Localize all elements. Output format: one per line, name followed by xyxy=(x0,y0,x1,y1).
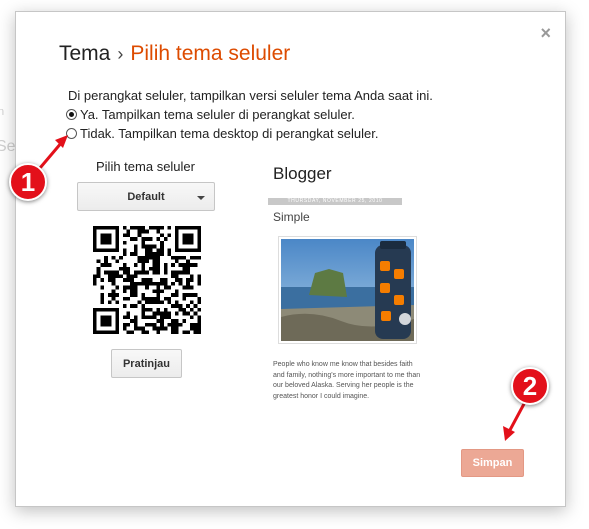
radio-label-yes: Ya. Tampilkan tema seluler di perangkat … xyxy=(80,107,355,122)
preview-photo xyxy=(278,236,417,344)
preview-blog-title: Blogger xyxy=(273,164,332,183)
radio-label-no: Tidak. Tampilkan tema desktop di perangk… xyxy=(80,126,379,141)
background-text-fragment: n xyxy=(0,106,5,118)
background-text-fragment: Se xyxy=(0,138,16,155)
preview-photo-image xyxy=(281,239,414,341)
theme-dialog: × Tema › Pilih tema seluler Di perangkat s… xyxy=(15,11,566,507)
preview-button[interactable]: Pratinjau xyxy=(111,349,182,378)
preview-date: THURSDAY, NOVEMBER 25, 2010 xyxy=(268,198,402,205)
theme-preview: Blogger THURSDAY, NOVEMBER 25, 2010 Simp… xyxy=(268,162,420,432)
callout-2-badge: 2 xyxy=(511,367,549,405)
radio-option-no[interactable]: Tidak. Tampilkan tema desktop di perangk… xyxy=(66,126,378,141)
radio-option-yes[interactable]: Ya. Tampilkan tema seluler di perangkat … xyxy=(66,107,355,122)
select-value: Default xyxy=(127,190,165,203)
preview-post-text: People who know me know that besides fai… xyxy=(273,361,421,400)
title-main: Tema xyxy=(59,42,111,65)
close-icon[interactable]: × xyxy=(540,24,551,42)
breadcrumb-separator: › xyxy=(117,44,124,64)
radio-button-no[interactable] xyxy=(66,128,77,139)
radio-button-yes[interactable] xyxy=(66,109,77,120)
chevron-down-icon xyxy=(197,196,205,200)
description-text: Di perangkat seluler, tampilkan versi se… xyxy=(68,88,433,103)
save-button[interactable]: Simpan xyxy=(461,449,524,477)
title-sub: Pilih tema seluler xyxy=(130,42,291,65)
mobile-theme-label: Pilih tema seluler xyxy=(96,159,195,174)
dialog-title: Tema › Pilih tema seluler xyxy=(59,42,290,66)
preview-post-title: Simple xyxy=(273,210,310,224)
qr-code-icon xyxy=(93,226,201,334)
callout-1-badge: 1 xyxy=(9,163,47,201)
mobile-theme-select[interactable]: Default xyxy=(77,182,215,211)
